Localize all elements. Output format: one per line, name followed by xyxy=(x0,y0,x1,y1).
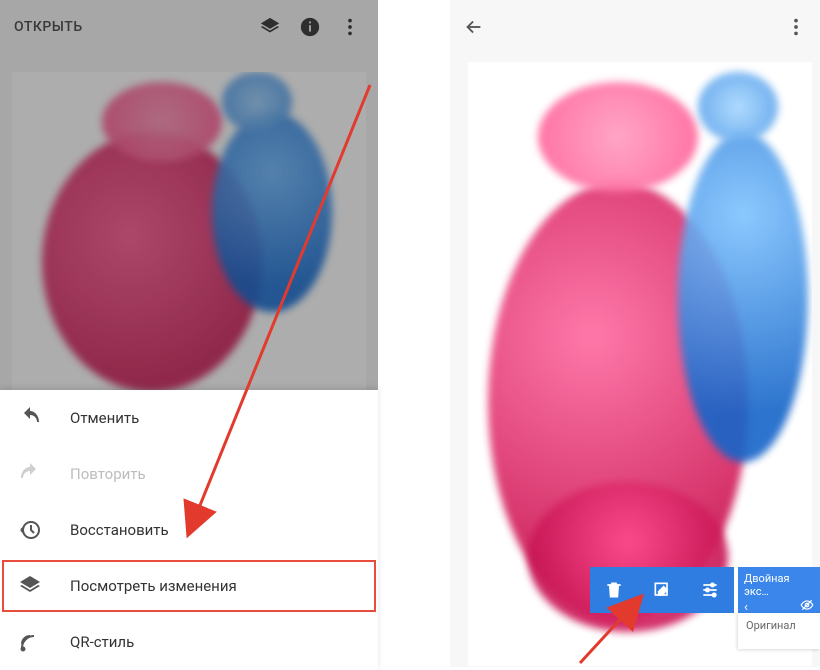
menu-restore-label: Восстановить xyxy=(70,521,169,539)
left-preview-image xyxy=(12,72,366,390)
brush-edit-button[interactable] xyxy=(638,567,686,613)
left-top-area: ОТКРЫТЬ xyxy=(0,0,378,390)
menu-view-changes-label: Посмотреть изменения xyxy=(70,577,237,595)
filter-chip-label: Двойная экс… xyxy=(744,572,814,598)
right-screen: Двойная экс… ‹ Оригинал xyxy=(450,0,820,667)
delete-button[interactable] xyxy=(590,567,638,613)
tune-button[interactable] xyxy=(686,567,734,613)
original-chip-label: Оригинал xyxy=(746,619,796,632)
layers-icon xyxy=(18,574,42,598)
menu-redo-label: Повторить xyxy=(70,465,146,483)
menu-redo: Повторить xyxy=(0,446,378,502)
left-toolbar: ОТКРЫТЬ xyxy=(0,0,378,54)
qr-icon xyxy=(18,630,42,654)
right-toolbar xyxy=(450,0,820,54)
back-icon[interactable] xyxy=(454,7,494,47)
history-menu: Отменить Повторить Восстановить Посмотре… xyxy=(0,390,378,670)
original-chip[interactable]: Оригинал xyxy=(738,613,820,649)
more-icon[interactable] xyxy=(776,7,816,47)
more-icon[interactable] xyxy=(330,7,370,47)
open-button[interactable]: ОТКРЫТЬ xyxy=(14,19,83,35)
redo-icon xyxy=(18,462,42,486)
history-icon xyxy=(18,518,42,542)
menu-qr-label: QR-стиль xyxy=(70,633,134,651)
layers-icon[interactable] xyxy=(250,7,290,47)
menu-undo-label: Отменить xyxy=(70,409,139,427)
menu-view-changes[interactable]: Посмотреть изменения xyxy=(0,558,378,614)
undo-icon xyxy=(18,406,42,430)
filter-chip-double-exposure[interactable]: Двойная экс… ‹ xyxy=(738,567,820,613)
info-icon[interactable] xyxy=(290,7,330,47)
menu-qr-style[interactable]: QR-стиль xyxy=(0,614,378,670)
menu-restore[interactable]: Восстановить xyxy=(0,502,378,558)
left-screen: ОТКРЫТЬ Отме xyxy=(0,0,378,667)
edit-stack-toolbar xyxy=(590,567,734,613)
menu-undo[interactable]: Отменить xyxy=(0,390,378,446)
